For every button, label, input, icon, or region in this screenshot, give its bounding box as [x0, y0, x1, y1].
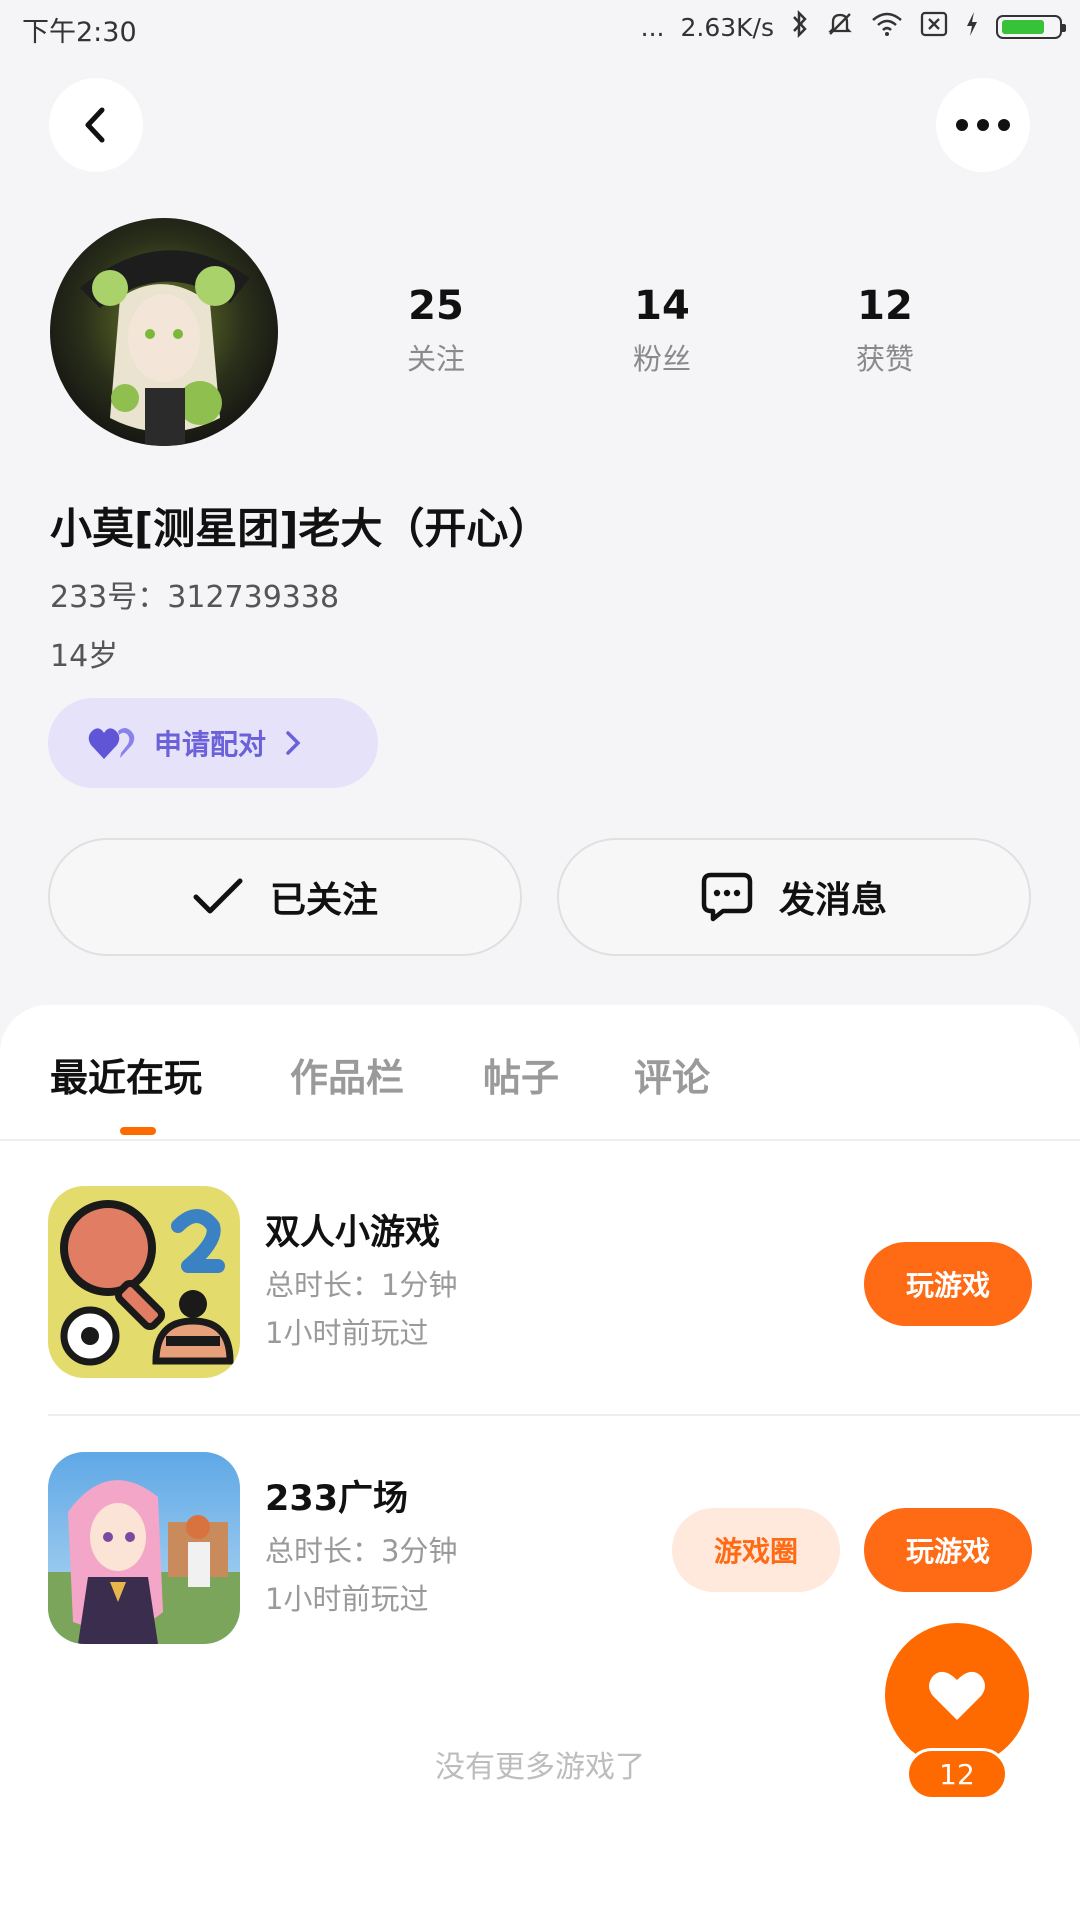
wifi-icon: [870, 11, 904, 43]
stat-likes-count: 12: [857, 283, 913, 329]
stat-fans[interactable]: 14 粉丝: [582, 282, 742, 378]
charging-icon: [964, 10, 980, 44]
stat-following[interactable]: 25 关注: [356, 282, 516, 378]
user-id[interactable]: 233号：312739338: [50, 572, 339, 616]
play-game-button[interactable]: 玩游戏: [864, 1242, 1032, 1326]
username: 小莫[测星团]老大（开心）: [50, 504, 551, 553]
stat-likes[interactable]: 12 获赞: [805, 282, 965, 378]
mute-bell-icon: [826, 10, 854, 44]
game-list-item[interactable]: 233广场 总时长：3分钟 1小时前玩过 游戏圈 玩游戏: [0, 1452, 1080, 1652]
chevron-left-icon: [85, 107, 105, 143]
ping-pong-game-icon: [48, 1186, 240, 1378]
status-time: 下午2:30: [22, 17, 137, 48]
game-duration: 总时长：3分钟: [265, 1534, 458, 1568]
hearts-icon: [88, 728, 135, 759]
chat-bubble-icon: [701, 872, 753, 922]
network-speed: 2.63K/s: [680, 12, 774, 42]
tab-works[interactable]: 作品栏: [290, 1047, 404, 1102]
followed-button[interactable]: 已关注: [48, 838, 522, 956]
tab-bar: 最近在玩 作品栏 帖子 评论: [0, 1005, 1080, 1141]
user-id-value: 312739338: [167, 580, 340, 615]
avatar[interactable]: [50, 218, 278, 446]
status-icons: ... 2.63K/s: [640, 9, 1066, 44]
more-horizontal-icon: [956, 119, 1010, 131]
user-age: 14岁: [50, 639, 119, 674]
more-options-button[interactable]: [936, 78, 1030, 172]
back-button[interactable]: [49, 78, 143, 172]
send-message-button[interactable]: 发消息: [557, 838, 1031, 956]
game-last-played: 1小时前玩过: [265, 1316, 429, 1350]
game-list-item[interactable]: 双人小游戏 总时长：1分钟 1小时前玩过 玩游戏: [0, 1186, 1080, 1386]
tab-active-indicator: [120, 1127, 156, 1135]
more-dots-indicator: ...: [640, 12, 665, 42]
user-id-label: 233号：: [50, 580, 168, 615]
game-circle-button[interactable]: 游戏圈: [672, 1508, 840, 1592]
tab-comments[interactable]: 评论: [634, 1047, 710, 1102]
apply-pair-label: 申请配对: [154, 728, 267, 761]
anime-girl-game-icon: [48, 1452, 240, 1644]
tab-recent-games[interactable]: 最近在玩: [50, 1047, 202, 1102]
send-message-label: 发消息: [778, 880, 887, 921]
followed-label: 已关注: [269, 880, 378, 921]
like-button[interactable]: [885, 1623, 1029, 1767]
like-count-badge: 12: [906, 1748, 1008, 1800]
no-sim-icon: [920, 11, 948, 43]
list-divider: [48, 1414, 1080, 1416]
stat-fans-label: 粉丝: [632, 342, 691, 376]
stat-likes-label: 获赞: [855, 342, 914, 376]
stat-fans-count: 14: [634, 283, 690, 329]
battery-icon: [996, 15, 1066, 39]
status-bar: 下午2:30 ... 2.63K/s: [0, 0, 1080, 60]
heart-icon: [929, 1671, 985, 1720]
game-name: 双人小游戏: [265, 1213, 441, 1253]
bluetooth-icon: [790, 9, 810, 44]
game-last-played: 1小时前玩过: [265, 1582, 429, 1616]
stat-following-label: 关注: [406, 342, 465, 376]
checkmark-icon: [193, 878, 243, 914]
play-game-button[interactable]: 玩游戏: [864, 1508, 1032, 1592]
game-duration: 总时长：1分钟: [265, 1268, 458, 1302]
apply-pair-button[interactable]: 申请配对: [48, 698, 378, 788]
tab-posts[interactable]: 帖子: [483, 1047, 559, 1102]
chevron-right-icon: [286, 731, 301, 755]
game-name: 233广场: [265, 1479, 409, 1519]
stat-following-count: 25: [408, 283, 464, 329]
